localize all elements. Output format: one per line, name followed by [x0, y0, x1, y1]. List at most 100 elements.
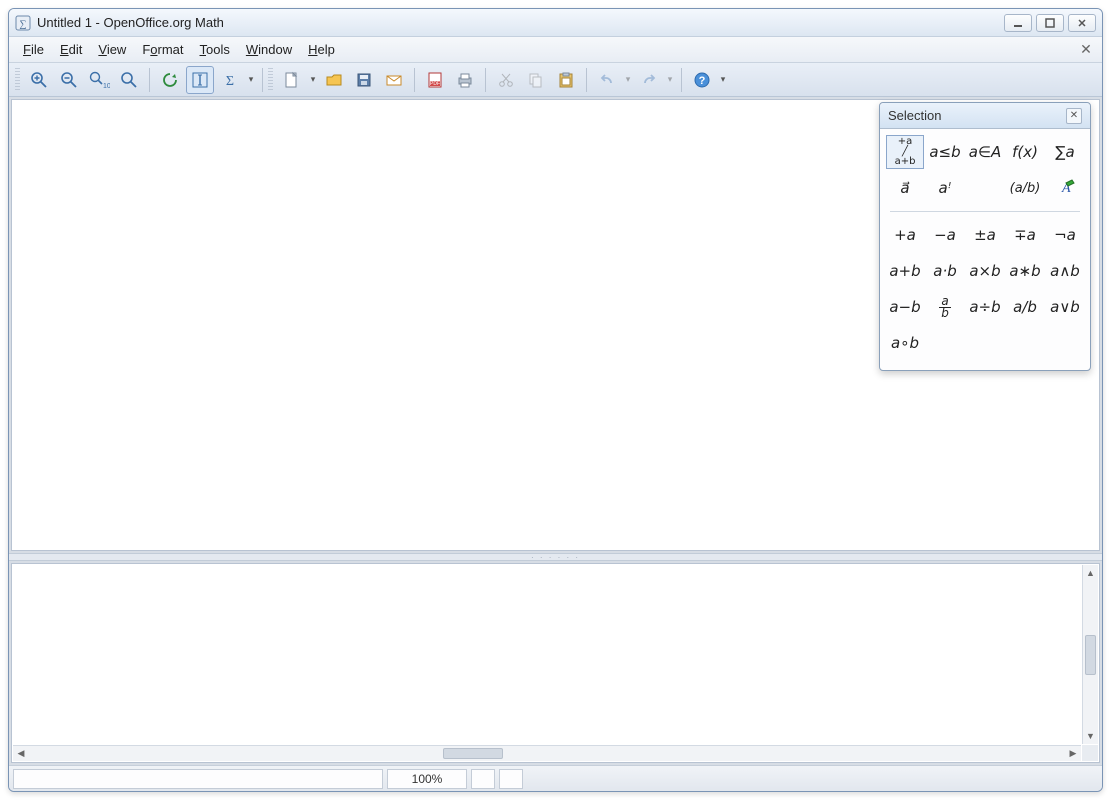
formula-preview[interactable]: Selection ✕ +a╱a+b a≤b a∈A f(x) ∑a a⃗	[11, 99, 1100, 551]
undo-button[interactable]	[593, 66, 621, 94]
op-minus-a[interactable]: −a	[926, 218, 964, 252]
cat-unary-binary[interactable]: +a╱a+b	[886, 135, 924, 169]
status-zoom[interactable]: 100%	[387, 769, 467, 789]
document-close-button[interactable]: ✕	[1076, 41, 1096, 59]
maximize-button[interactable]	[1036, 14, 1064, 32]
redo-button[interactable]	[635, 66, 663, 94]
window-title: Untitled 1 - OpenOffice.org Math	[37, 15, 224, 30]
scroll-down-icon[interactable]: ▼	[1083, 728, 1098, 744]
toolbar-separator	[149, 68, 150, 92]
menu-view[interactable]: View	[90, 39, 134, 60]
editor-vertical-scrollbar[interactable]: ▲ ▼	[1082, 565, 1098, 744]
scrollbar-corner	[1082, 745, 1098, 761]
svg-text:PDF: PDF	[430, 81, 440, 87]
toolbar-separator	[262, 68, 263, 92]
toolbar-overflow-2[interactable]: ▾	[717, 74, 729, 85]
menu-tools[interactable]: Tools	[192, 39, 238, 60]
op-a-ast-b[interactable]: a∗b	[1006, 254, 1044, 288]
vertical-scroll-thumb[interactable]	[1085, 635, 1096, 675]
toolbar-separator	[681, 68, 682, 92]
redo-dropdown[interactable]: ▾	[664, 74, 676, 85]
cut-button[interactable]	[492, 66, 520, 94]
horizontal-scroll-thumb[interactable]	[443, 748, 503, 759]
op-a-and-b[interactable]: a∧b	[1046, 254, 1084, 288]
copy-button[interactable]	[522, 66, 550, 94]
undo-dropdown[interactable]: ▾	[622, 74, 634, 85]
export-pdf-button[interactable]: PDF	[421, 66, 449, 94]
menu-edit[interactable]: Edit	[52, 39, 90, 60]
menu-help[interactable]: Help	[300, 39, 343, 60]
svg-text:100: 100	[103, 83, 110, 90]
op-a-circ-b[interactable]: a∘b	[886, 326, 924, 360]
cat-set-operations[interactable]: a∈A	[966, 135, 1004, 169]
mail-button[interactable]	[380, 66, 408, 94]
help-button[interactable]: ?	[688, 66, 716, 94]
selection-close-button[interactable]: ✕	[1066, 108, 1082, 124]
selection-titlebar[interactable]: Selection ✕	[880, 103, 1090, 129]
app-window: ∑ Untitled 1 - OpenOffice.org Math File …	[8, 8, 1103, 792]
close-button[interactable]	[1068, 14, 1096, 32]
selection-operators: +a −a ±a ∓a ¬a a+b a·b a×b a∗b a∧b a−b a…	[886, 218, 1084, 360]
horizontal-scroll-track[interactable]	[29, 746, 1065, 761]
zoom-fit-button[interactable]	[115, 66, 143, 94]
paste-button[interactable]	[552, 66, 580, 94]
zoom-in-button[interactable]	[25, 66, 53, 94]
command-editor[interactable]	[18, 570, 1081, 744]
cat-functions[interactable]: f(x)	[1006, 135, 1044, 169]
op-plus-a[interactable]: +a	[886, 218, 924, 252]
zoom-100-button[interactable]: 100	[85, 66, 113, 94]
toolbar-overflow-1[interactable]: ▾	[245, 74, 257, 85]
zoom-out-button[interactable]	[55, 66, 83, 94]
new-dropdown[interactable]: ▾	[307, 74, 319, 85]
toolbar-grip[interactable]	[15, 68, 20, 92]
splitter-handle-icon: · · · · · ·	[531, 553, 580, 562]
op-neg-a[interactable]: ¬a	[1046, 218, 1084, 252]
open-button[interactable]	[320, 66, 348, 94]
op-a-plus-b[interactable]: a+b	[886, 254, 924, 288]
selection-panel: Selection ✕ +a╱a+b a≤b a∈A f(x) ∑a a⃗	[879, 102, 1091, 371]
editor-horizontal-scrollbar[interactable]: ◀ ▶	[13, 745, 1081, 761]
menu-format[interactable]: Format	[134, 39, 191, 60]
cat-others[interactable]: aꜝ	[926, 171, 964, 205]
new-button[interactable]	[278, 66, 306, 94]
minimize-button[interactable]	[1004, 14, 1032, 32]
svg-text:∑: ∑	[19, 19, 26, 30]
op-a-over-b[interactable]: ab	[926, 290, 964, 324]
cat-attributes[interactable]: a⃗	[886, 171, 924, 205]
op-a-cdot-b[interactable]: a·b	[926, 254, 964, 288]
op-a-or-b[interactable]: a∨b	[1046, 290, 1084, 324]
horizontal-splitter[interactable]: · · · · · ·	[9, 553, 1102, 561]
menu-window[interactable]: Window	[238, 39, 300, 60]
cat-brackets[interactable]: (a/b)	[1006, 171, 1044, 205]
cat-relations[interactable]: a≤b	[926, 135, 964, 169]
op-mp-a[interactable]: ∓a	[1006, 218, 1044, 252]
toolbar-separator	[586, 68, 587, 92]
work-area: Selection ✕ +a╱a+b a≤b a∈A f(x) ∑a a⃗	[9, 97, 1102, 765]
command-editor-pane: ▲ ▼ ◀ ▶	[11, 563, 1100, 763]
toolbar-separator	[485, 68, 486, 92]
formula-elements-button[interactable]: Σ	[216, 66, 244, 94]
cat-empty	[966, 171, 1004, 205]
scroll-up-icon[interactable]: ▲	[1083, 565, 1098, 581]
op-a-times-b[interactable]: a×b	[966, 254, 1004, 288]
toolbar-grip[interactable]	[268, 68, 273, 92]
refresh-button[interactable]	[156, 66, 184, 94]
scroll-right-icon[interactable]: ▶	[1065, 748, 1081, 759]
save-button[interactable]	[350, 66, 378, 94]
print-button[interactable]	[451, 66, 479, 94]
selection-categories: +a╱a+b a≤b a∈A f(x) ∑a a⃗ aꜝ (a/b) A	[886, 135, 1084, 205]
formula-cursor-button[interactable]	[186, 66, 214, 94]
status-cell-1	[471, 769, 495, 789]
cat-operators[interactable]: ∑a	[1046, 135, 1084, 169]
status-cell-2	[499, 769, 523, 789]
selection-body: +a╱a+b a≤b a∈A f(x) ∑a a⃗ aꜝ (a/b) A	[880, 129, 1090, 370]
op-pm-a[interactable]: ±a	[966, 218, 1004, 252]
menu-file[interactable]: File	[15, 39, 52, 60]
cat-formats[interactable]: A	[1046, 171, 1084, 205]
op-a-slash-b[interactable]: a/b	[1006, 290, 1044, 324]
scroll-left-icon[interactable]: ◀	[13, 748, 29, 759]
toolbar-separator	[414, 68, 415, 92]
op-a-div-b[interactable]: a÷b	[966, 290, 1004, 324]
toolbar: 100 Σ ▾ ▾ PDF	[9, 63, 1102, 97]
op-a-minus-b[interactable]: a−b	[886, 290, 924, 324]
